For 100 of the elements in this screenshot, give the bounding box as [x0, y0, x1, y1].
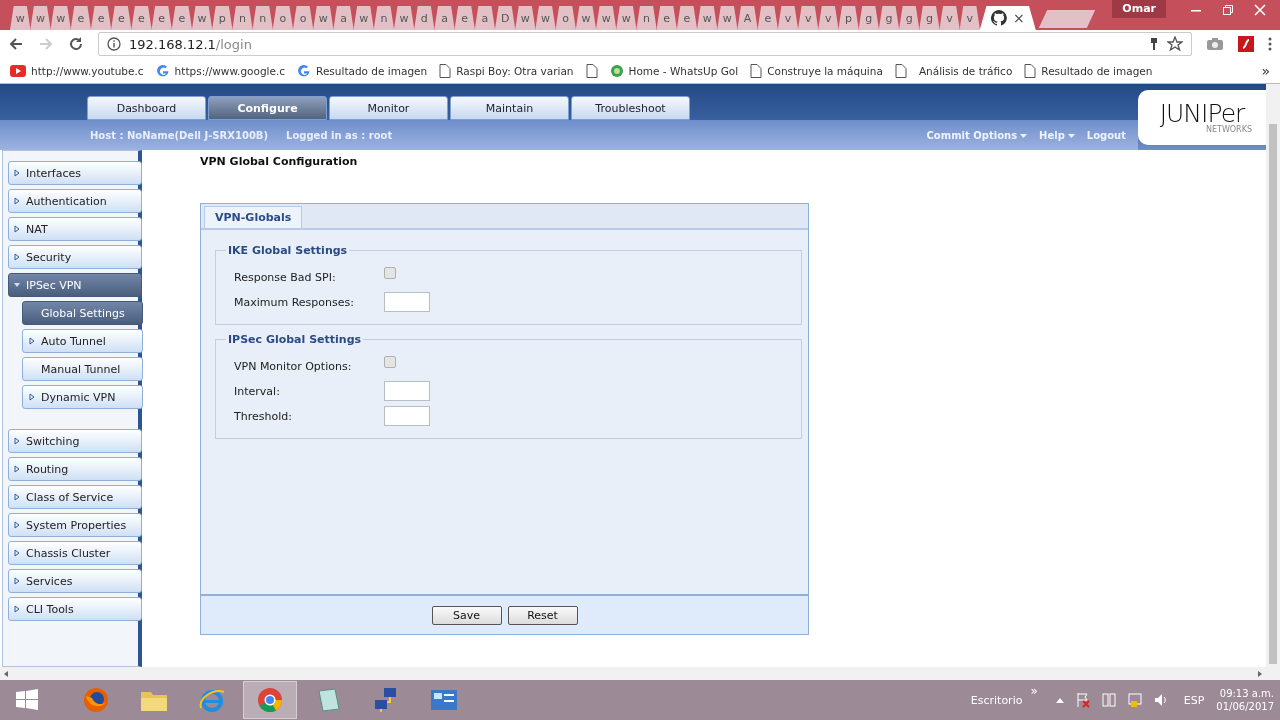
bookmark[interactable]: https://www.google.c: [155, 63, 286, 78]
browser-tab[interactable]: n: [252, 6, 273, 30]
browser-tab[interactable]: a: [333, 6, 354, 30]
bookmark[interactable]: Home - WhatsUp Gol: [609, 63, 739, 78]
browser-tab[interactable]: w: [191, 6, 213, 30]
sidebar-item[interactable]: CLI Tools: [8, 597, 142, 621]
profile-button[interactable]: Omar: [1112, 0, 1166, 18]
browser-tab[interactable]: ×: [979, 6, 1036, 30]
browser-tab[interactable]: v: [797, 6, 819, 30]
browser-tab[interactable]: g: [878, 6, 900, 30]
browser-tab[interactable]: e: [70, 6, 92, 30]
sidebar-item[interactable]: Interfaces: [8, 161, 142, 185]
browser-tab[interactable]: p: [838, 6, 859, 30]
browser-tab[interactable]: o: [272, 6, 294, 30]
nav-tab[interactable]: Troubleshoot: [571, 96, 690, 120]
browser-tab[interactable]: e: [656, 6, 677, 30]
desktop-toolbar-label[interactable]: Escritorio: [970, 693, 1023, 707]
browser-tab[interactable]: w: [353, 6, 374, 30]
browser-tab[interactable]: d: [414, 6, 435, 30]
bookmark[interactable]: Análisis de tráfico: [918, 64, 1013, 77]
browser-tab[interactable]: n: [373, 6, 395, 30]
browser-tab[interactable]: w: [393, 6, 415, 30]
browser-tab[interactable]: v: [959, 6, 981, 30]
browser-tab[interactable]: e: [676, 6, 698, 30]
browser-tab[interactable]: e: [111, 6, 132, 30]
browser-tab[interactable]: w: [515, 6, 536, 30]
browser-tab[interactable]: w: [696, 6, 718, 30]
sidebar-item[interactable]: NAT: [8, 217, 142, 241]
browser-tab[interactable]: w: [717, 6, 738, 30]
tab-title: e: [158, 11, 166, 25]
more-bookmarks-button[interactable]: »: [1261, 62, 1270, 79]
bookmark[interactable]: http://www.youtube.c: [10, 64, 144, 77]
browser-tab[interactable]: e: [757, 6, 778, 30]
sidebar-item[interactable]: Authentication: [8, 189, 142, 213]
browser-tab[interactable]: o: [292, 6, 314, 30]
browser-tab[interactable]: n: [636, 6, 657, 30]
browser-tab[interactable]: w: [30, 6, 51, 30]
tab-title: n: [380, 11, 388, 25]
browser-tab[interactable]: w: [616, 6, 637, 30]
bookmark[interactable]: Resultado de imagen: [297, 63, 428, 78]
sidebar-item[interactable]: System Properties: [8, 513, 142, 537]
nav-tab[interactable]: Monitor: [329, 96, 448, 120]
nav-tab[interactable]: Dashboard: [87, 96, 206, 120]
tab-title: v: [784, 11, 792, 25]
browser-tab[interactable]: a: [474, 6, 496, 30]
tab-title: w: [601, 11, 611, 25]
sidebar-item[interactable]: Switching: [8, 429, 142, 453]
sidebar-item[interactable]: Dynamic VPN: [22, 385, 143, 409]
browser-tab[interactable]: w: [313, 6, 334, 30]
toolbar-more-button[interactable]: »: [1030, 684, 1038, 698]
browser-tab[interactable]: D: [494, 6, 516, 30]
browser-tab[interactable]: o: [555, 6, 576, 30]
sidebar-item[interactable]: Security: [8, 245, 142, 269]
browser-tab[interactable]: w: [10, 6, 31, 30]
panel-tab[interactable]: VPN-Globals: [204, 206, 303, 228]
browser-tab[interactable]: e: [90, 6, 112, 30]
browser-tab[interactable]: v: [777, 6, 799, 30]
sidebar-item[interactable]: Manual Tunnel: [22, 357, 143, 381]
browser-tab[interactable]: A: [737, 6, 758, 30]
tab-title: a: [340, 11, 347, 25]
browser-tab[interactable]: v: [818, 6, 839, 30]
tab-title: v: [804, 11, 812, 25]
browser-tab[interactable]: e: [131, 6, 152, 30]
sidebar-item[interactable]: Routing: [8, 457, 142, 481]
tab-title: D: [500, 11, 510, 25]
browser-tab[interactable]: g: [898, 6, 920, 30]
browser-tab[interactable]: g: [919, 6, 940, 30]
tab-title: p: [845, 11, 853, 25]
sidebar-item[interactable]: Class of Service: [8, 485, 142, 509]
nav-tab[interactable]: Maintain: [450, 96, 569, 120]
sidebar-item[interactable]: Chassis Cluster: [8, 541, 142, 565]
browser-tab[interactable]: e: [171, 6, 193, 30]
browser-tab[interactable]: g: [858, 6, 880, 30]
close-tab-button[interactable]: ×: [1012, 10, 1025, 26]
bookmark[interactable]: Raspi Boy: Otra varian: [439, 63, 574, 78]
nav-tab[interactable]: Configure: [208, 96, 327, 120]
browser-tab[interactable]: w: [50, 6, 71, 30]
bookmark[interactable]: Resultado de imagen: [1024, 63, 1153, 78]
browser-tab[interactable]: e: [454, 6, 475, 30]
browser-tab[interactable]: w: [595, 6, 617, 30]
language-indicator[interactable]: ESP: [1183, 693, 1205, 707]
tab-title: e: [461, 11, 469, 25]
browser-tab[interactable]: a: [434, 6, 455, 30]
address-bar[interactable]: 192.168.12.1/login: [98, 32, 1192, 56]
url-text: 192.168.12.1/login: [129, 36, 252, 52]
sidebar-item[interactable]: Auto Tunnel: [22, 329, 143, 353]
sidebar-item[interactable]: IPSec VPN: [8, 273, 142, 297]
browser-tab[interactable]: w: [535, 6, 556, 30]
browser-tab[interactable]: p: [212, 6, 233, 30]
browser-tab[interactable]: w: [575, 6, 597, 30]
form-button[interactable]: Reset: [507, 605, 578, 625]
browser-tab[interactable]: n: [232, 6, 253, 30]
sidebar-item[interactable]: Services: [8, 569, 142, 593]
sidebar-item[interactable]: Global Settings: [22, 301, 143, 325]
field-label: Threshold:: [234, 409, 293, 423]
browser-tab[interactable]: e: [151, 6, 172, 30]
bookmark[interactable]: Construye la máquina: [750, 63, 883, 78]
form-button[interactable]: Save: [431, 605, 502, 625]
clock[interactable]: 09:13 a.m. 01/06/2017: [1216, 687, 1274, 713]
browser-tab[interactable]: v: [939, 6, 960, 30]
